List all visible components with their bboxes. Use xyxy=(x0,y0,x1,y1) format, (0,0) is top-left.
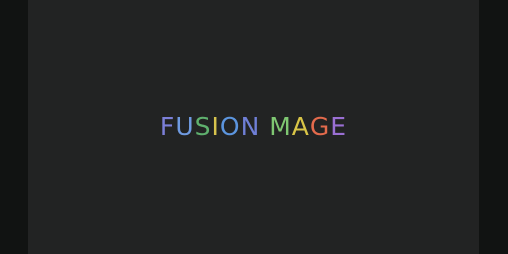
title-letter: U xyxy=(175,112,195,141)
game-canvas[interactable]: FUSION MAGE xyxy=(28,0,479,254)
game-title: FUSION MAGE xyxy=(28,111,479,143)
title-letter xyxy=(260,111,269,143)
title-letter: N xyxy=(240,112,261,141)
title-letter: O xyxy=(219,112,241,141)
title-letter: F xyxy=(159,112,176,141)
game-screen: FUSION MAGE xyxy=(0,0,508,254)
title-letter: G xyxy=(309,112,331,141)
title-letter: E xyxy=(330,112,348,141)
title-letter: A xyxy=(291,112,310,141)
title-letter: M xyxy=(269,112,292,141)
title-letter: S xyxy=(194,112,212,141)
title-letter: I xyxy=(211,112,220,141)
